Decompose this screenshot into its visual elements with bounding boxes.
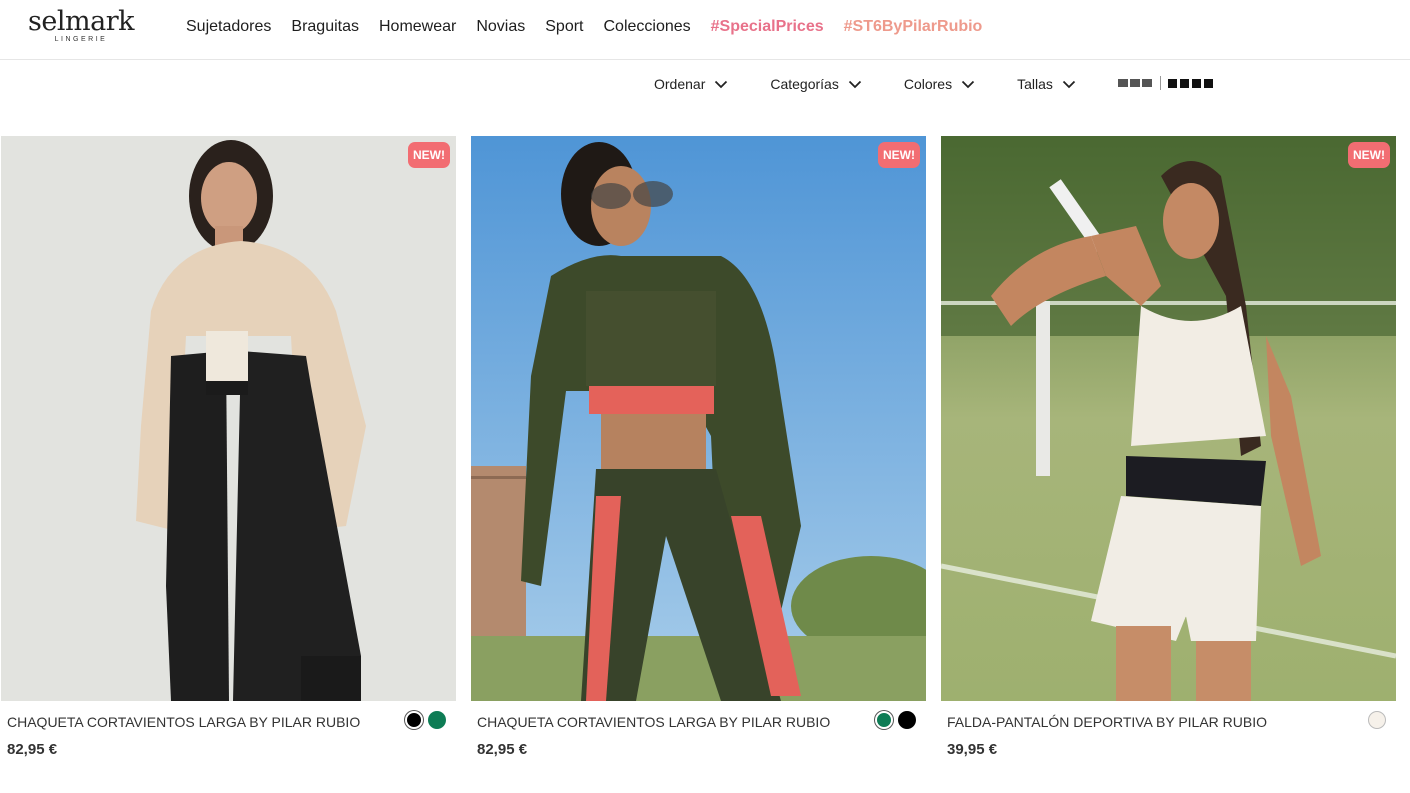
- color-swatch-cream[interactable]: [1368, 711, 1386, 729]
- new-badge: NEW!: [408, 142, 450, 168]
- filter-categorias[interactable]: Categorías: [770, 74, 861, 94]
- nav-item-novias[interactable]: Novias: [476, 17, 525, 37]
- color-swatch-black[interactable]: [405, 711, 423, 729]
- product-photo: [941, 136, 1396, 701]
- nav-item-special-prices[interactable]: #SpecialPrices: [711, 17, 824, 37]
- logo-subtext: LINGERIE: [54, 36, 108, 43]
- new-badge: NEW!: [878, 142, 920, 168]
- product-name[interactable]: CHAQUETA CORTAVIENTOS LARGA BY PILAR RUB…: [477, 714, 830, 730]
- view-toggles: [1118, 76, 1216, 90]
- nav-item-homewear[interactable]: Homewear: [379, 17, 456, 37]
- product-price: 39,95 €: [947, 741, 998, 758]
- grid-3-icon[interactable]: [1118, 79, 1154, 87]
- filter-tallas[interactable]: Tallas: [1017, 74, 1076, 94]
- chevron-down-icon: [1062, 80, 1076, 88]
- product-image[interactable]: NEW!: [1, 136, 456, 701]
- filter-label: Categorías: [770, 76, 839, 92]
- chevron-down-icon: [961, 80, 975, 88]
- product-name[interactable]: CHAQUETA CORTAVIENTOS LARGA BY PILAR RUB…: [7, 714, 360, 730]
- filter-label: Tallas: [1017, 76, 1053, 92]
- site-header: selmark LINGERIE Sujetadores Braguitas H…: [0, 0, 1410, 60]
- filter-colores[interactable]: Colores: [904, 74, 975, 94]
- color-swatch-green[interactable]: [428, 711, 446, 729]
- filter-bar: Ordenar Categorías Colores Tallas: [654, 74, 1118, 94]
- logo-text: selmark: [28, 6, 134, 37]
- product-photo: [471, 136, 926, 701]
- filter-ordenar[interactable]: Ordenar: [654, 74, 728, 94]
- grid-4-icon[interactable]: [1168, 78, 1216, 88]
- nav-item-braguitas[interactable]: Braguitas: [291, 17, 359, 37]
- product-image[interactable]: NEW!: [941, 136, 1396, 701]
- divider: [1160, 76, 1161, 90]
- product-card: NEW! CHAQUETA CORTAVIENTOS LARGA BY PILA…: [1, 136, 456, 758]
- new-badge: NEW!: [1348, 142, 1390, 168]
- color-swatches: [400, 711, 446, 729]
- product-name[interactable]: FALDA-PANTALÓN DEPORTIVA BY PILAR RUBIO: [947, 714, 1267, 730]
- chevron-down-icon: [848, 80, 861, 88]
- nav-item-sujetadores[interactable]: Sujetadores: [186, 17, 271, 37]
- product-price: 82,95 €: [477, 741, 528, 758]
- product-price: 82,95 €: [7, 741, 58, 758]
- product-card: NEW! CHAQUETA CORTAVIENTOS LARGA BY PILA…: [471, 136, 926, 758]
- color-swatches: [870, 711, 916, 729]
- nav-item-colecciones[interactable]: Colecciones: [604, 17, 691, 37]
- nav-item-st6-pilar-rubio[interactable]: #ST6ByPilarRubio: [844, 17, 983, 37]
- main-nav: Sujetadores Braguitas Homewear Novias Sp…: [186, 17, 1002, 37]
- logo[interactable]: selmark LINGERIE: [16, 8, 146, 48]
- color-swatch-black[interactable]: [898, 711, 916, 729]
- color-swatches: [1363, 711, 1386, 729]
- nav-item-sport[interactable]: Sport: [545, 17, 583, 37]
- chevron-down-icon: [715, 80, 728, 88]
- product-photo: [1, 136, 456, 701]
- product-image[interactable]: NEW!: [471, 136, 926, 701]
- product-card: NEW! FALDA-PANTALÓN DEPORTIVA BY PILAR R…: [941, 136, 1396, 758]
- color-swatch-green[interactable]: [875, 711, 893, 729]
- filter-label: Ordenar: [654, 76, 706, 92]
- filter-label: Colores: [903, 76, 953, 92]
